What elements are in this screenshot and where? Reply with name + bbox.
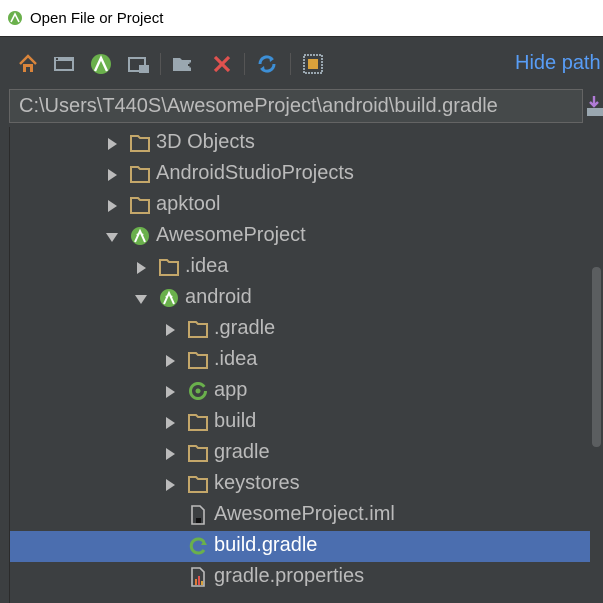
- tree-item-label: build.gradle: [214, 534, 318, 556]
- tree-row[interactable]: keystores: [10, 469, 590, 500]
- show-hidden-icon[interactable]: [301, 52, 325, 76]
- toolbar-separator: [290, 53, 291, 75]
- collapsed-arrow-icon[interactable]: [164, 355, 176, 367]
- title-bar: Open File or Project: [0, 0, 603, 37]
- refresh-icon[interactable]: [255, 52, 279, 76]
- tree-row[interactable]: AndroidStudioProjects: [10, 159, 590, 190]
- hide-path-link[interactable]: Hide path: [515, 52, 601, 75]
- folder-icon: [188, 443, 208, 463]
- tree-row[interactable]: .gradle: [10, 314, 590, 345]
- new-folder-icon[interactable]: [171, 52, 195, 76]
- tree-row[interactable]: .idea: [10, 345, 590, 376]
- tree-item-label: android: [185, 286, 252, 308]
- tree-item-label: AwesomeProject.iml: [214, 503, 395, 525]
- expanded-arrow-icon[interactable]: [106, 231, 118, 243]
- path-input[interactable]: C:\Users\T440S\AwesomeProject\android\bu…: [9, 89, 583, 123]
- collapsed-arrow-icon[interactable]: [164, 417, 176, 429]
- path-bar: C:\Users\T440S\AwesomeProject\android\bu…: [0, 89, 603, 125]
- desktop-icon[interactable]: [52, 52, 76, 76]
- scrollbar-thumb[interactable]: [592, 267, 601, 447]
- tree-item-label: gradle.properties: [214, 565, 365, 587]
- module-icon: [188, 381, 208, 401]
- tree-item-label: gradle: [214, 441, 270, 463]
- tree-item-label: .idea: [214, 348, 258, 370]
- folder-icon: [130, 133, 150, 153]
- window-title: Open File or Project: [30, 9, 164, 27]
- folder-icon: [188, 474, 208, 494]
- collapsed-arrow-icon[interactable]: [106, 200, 118, 212]
- tree-item-label: 3D Objects: [156, 131, 255, 153]
- collapsed-arrow-icon[interactable]: [164, 324, 176, 336]
- folder-icon: [188, 319, 208, 339]
- home-icon[interactable]: [16, 52, 40, 76]
- file-tree[interactable]: 3D Objects AndroidStudioProjects apktool Aw…: [9, 127, 590, 603]
- folder-icon: [188, 350, 208, 370]
- tree-item-label: AndroidStudioProjects: [156, 162, 354, 184]
- toolbar-separator: [244, 53, 245, 75]
- tree-item-label: keystores: [214, 472, 300, 494]
- android-studio-icon: [8, 11, 22, 25]
- toolbar: Hide path: [0, 37, 603, 89]
- android-project-icon[interactable]: [89, 52, 113, 76]
- tree-row[interactable]: app: [10, 376, 590, 407]
- collapsed-arrow-icon[interactable]: [106, 169, 118, 181]
- tree-item-label: AwesomeProject: [156, 224, 306, 246]
- folder-icon: [159, 257, 179, 277]
- tree-item-label: .gradle: [214, 317, 276, 339]
- module-folder-icon[interactable]: [127, 52, 151, 76]
- folder-icon: [188, 412, 208, 432]
- tree-row[interactable]: build: [10, 407, 590, 438]
- iml-file-icon: [188, 505, 208, 525]
- collapsed-arrow-icon[interactable]: [106, 138, 118, 150]
- tree-row[interactable]: 3D Objects: [10, 128, 590, 159]
- folder-icon: [130, 195, 150, 215]
- tree-row[interactable]: gradle: [10, 438, 590, 469]
- tree-row[interactable]: android: [10, 283, 590, 314]
- delete-icon[interactable]: [210, 52, 234, 76]
- android-icon: [159, 288, 179, 308]
- tree-item-label: build: [214, 410, 257, 432]
- expanded-arrow-icon[interactable]: [135, 293, 147, 305]
- tree-row[interactable]: AwesomeProject: [10, 221, 590, 252]
- toolbar-separator: [160, 53, 161, 75]
- folder-icon: [130, 164, 150, 184]
- tree-row[interactable]: apktool: [10, 190, 590, 221]
- collapsed-arrow-icon[interactable]: [135, 262, 147, 274]
- tree-item-label: apktool: [156, 193, 221, 215]
- tree-row[interactable]: build.gradle: [10, 531, 590, 562]
- android-icon: [130, 226, 150, 246]
- properties-file-icon: [188, 567, 208, 587]
- tree-item-label: .idea: [185, 255, 229, 277]
- collapsed-arrow-icon[interactable]: [164, 386, 176, 398]
- gradle-file-icon: [188, 536, 208, 556]
- tree-row[interactable]: gradle.properties: [10, 562, 590, 593]
- tree-row[interactable]: AwesomeProject.iml: [10, 500, 590, 531]
- download-icon[interactable]: [586, 91, 603, 121]
- tree-item-label: app: [214, 379, 248, 401]
- hint-text-clipped: [0, 596, 603, 603]
- tree-row[interactable]: .idea: [10, 252, 590, 283]
- collapsed-arrow-icon[interactable]: [164, 448, 176, 460]
- collapsed-arrow-icon[interactable]: [164, 479, 176, 491]
- vertical-scrollbar[interactable]: [590, 127, 603, 603]
